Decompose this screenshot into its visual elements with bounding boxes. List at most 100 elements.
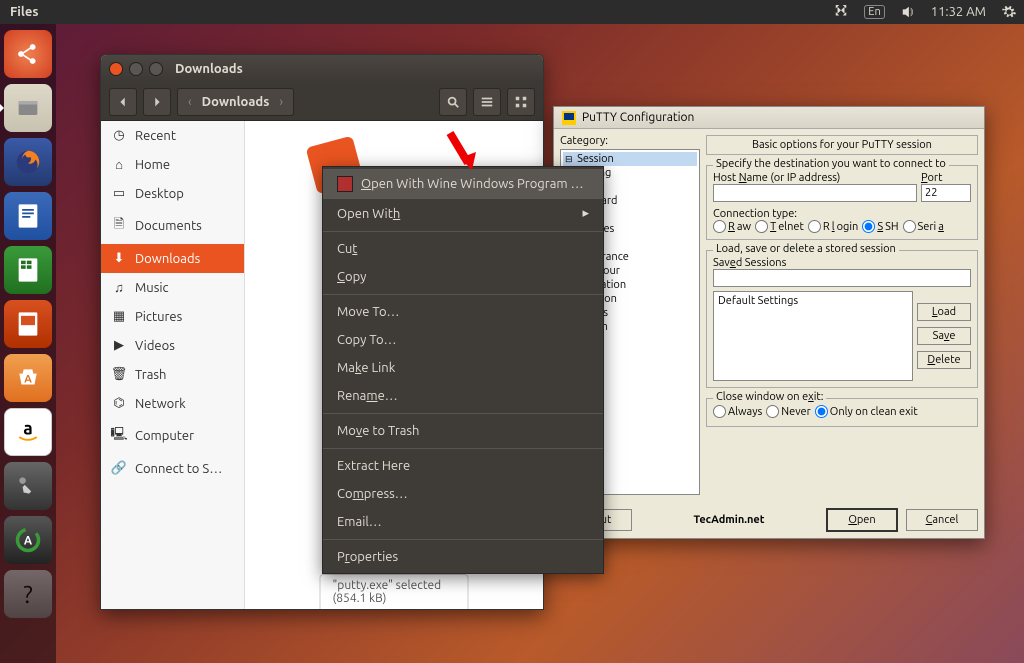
path-segment[interactable]: Downloads	[202, 95, 270, 109]
calc-launcher-icon[interactable]	[4, 246, 52, 294]
menu-open-with-wine[interactable]: Open With Wine Windows Program …	[323, 169, 603, 199]
footer-brand: TecAdmin.net	[640, 514, 818, 526]
sidebar-item-network[interactable]: ⌬Network	[101, 389, 244, 418]
menu-copy[interactable]: Copy	[323, 263, 603, 291]
radio-close-always[interactable]: Always	[713, 405, 762, 418]
chevron-left-icon: ‹	[188, 95, 192, 109]
computer-icon: 🖳	[111, 425, 127, 447]
radio-rlogin[interactable]: Rlogin	[808, 220, 858, 233]
search-button[interactable]	[439, 88, 467, 116]
firefox-launcher-icon[interactable]	[4, 138, 52, 186]
software-launcher-icon[interactable]: A	[4, 354, 52, 402]
menu-email[interactable]: Email…	[323, 508, 603, 536]
unity-launcher: A a A ?	[0, 24, 56, 663]
port-label: Port	[921, 172, 971, 184]
network-indicator[interactable]	[826, 5, 856, 19]
delete-button[interactable]: Delete	[917, 351, 971, 369]
radio-ssh[interactable]: SSH	[862, 220, 898, 233]
path-bar[interactable]: ‹ Downloads ›	[177, 88, 294, 116]
volume-indicator[interactable]	[893, 5, 923, 19]
sidebar-item-recent[interactable]: ◷Recent	[101, 121, 244, 150]
close-window-radios: Always Never Only on clean exit	[713, 405, 971, 418]
sidebar-item-connecttos[interactable]: 🔗Connect to S…	[101, 454, 244, 483]
desktop-icon: ▭	[111, 186, 127, 201]
menu-extract-here[interactable]: Extract Here	[323, 452, 603, 480]
sidebar-item-documents[interactable]: 🗎Documents	[101, 208, 244, 244]
files-launcher-icon[interactable]	[4, 84, 52, 132]
menu-separator	[323, 294, 603, 295]
sidebar-item-music[interactable]: ♫Music	[101, 273, 244, 302]
dash-icon[interactable]	[4, 30, 52, 78]
menu-rename[interactable]: Rename…	[323, 382, 603, 410]
radio-close-only-on-clean-exit[interactable]: Only on clean exit	[815, 405, 918, 418]
writer-launcher-icon[interactable]	[4, 192, 52, 240]
list-view-button[interactable]	[473, 88, 501, 116]
picture-icon: ▦	[111, 309, 127, 324]
help-launcher-icon[interactable]: ?	[4, 570, 52, 618]
amazon-launcher-icon[interactable]: a	[4, 408, 52, 456]
trash-icon: 🗑	[111, 367, 127, 382]
files-statusbar: "putty.exe" selected (854.1 kB)	[320, 574, 469, 609]
sidebar-item-home[interactable]: ⌂Home	[101, 150, 244, 179]
sessions-group: Load, save or delete a stored session Sa…	[706, 250, 978, 388]
window-close-button[interactable]	[109, 62, 123, 76]
menu-move-to[interactable]: Move To…	[323, 298, 603, 326]
forward-button[interactable]	[143, 88, 171, 116]
menu-cut[interactable]: Cut	[323, 235, 603, 263]
host-input[interactable]	[713, 184, 917, 202]
menu-make-link[interactable]: Make Link	[323, 354, 603, 382]
menu-separator	[323, 539, 603, 540]
files-titlebar[interactable]: Downloads	[101, 55, 543, 83]
sidebar-item-pictures[interactable]: ▦Pictures	[101, 302, 244, 331]
sidebar-item-videos[interactable]: ▶Videos	[101, 331, 244, 360]
open-button[interactable]: Open	[826, 508, 898, 532]
menu-open-with[interactable]: Open With▸	[323, 199, 603, 228]
impress-launcher-icon[interactable]	[4, 300, 52, 348]
top-panel: Files En 11:32 AM	[0, 0, 1024, 24]
menu-separator	[323, 231, 603, 232]
sidebar-item-downloads[interactable]: ⬇Downloads	[101, 244, 244, 273]
window-minimize-button[interactable]	[129, 62, 143, 76]
clock-icon: ◷	[111, 128, 127, 143]
network-icon: ⌬	[111, 396, 127, 411]
doc-icon: 🗎	[111, 215, 127, 237]
tree-node[interactable]: Session	[563, 152, 697, 166]
menu-move-to-trash[interactable]: Move to Trash	[323, 417, 603, 445]
wine-icon	[337, 176, 353, 192]
grid-view-button[interactable]	[507, 88, 535, 116]
putty-footer: About TecAdmin.net Open Cancel	[554, 501, 984, 538]
putty-icon	[562, 111, 576, 125]
sessions-list[interactable]: Default Settings	[713, 291, 913, 381]
radio-seria[interactable]: Seria	[903, 220, 944, 233]
radio-close-never[interactable]: Never	[766, 405, 811, 418]
options-banner: Basic options for your PuTTY session	[706, 135, 978, 155]
updater-launcher-icon[interactable]: A	[4, 516, 52, 564]
clock[interactable]: 11:32 AM	[923, 5, 994, 19]
putty-titlebar[interactable]: PuTTY Configuration	[554, 107, 984, 129]
settings-launcher-icon[interactable]	[4, 462, 52, 510]
putty-window: PuTTY Configuration Category: Session og…	[553, 106, 985, 539]
chevron-right-icon: ›	[279, 95, 283, 109]
sidebar-item-computer[interactable]: 🖳Computer	[101, 418, 244, 454]
window-maximize-button[interactable]	[149, 62, 163, 76]
session-default[interactable]: Default Settings	[716, 294, 910, 308]
home-icon: ⌂	[111, 157, 127, 172]
language-indicator[interactable]: En	[856, 5, 892, 19]
menu-properties[interactable]: Properties	[323, 543, 603, 571]
radio-raw[interactable]: Raw	[713, 220, 751, 233]
active-app-name: Files	[0, 5, 48, 19]
cancel-button[interactable]: Cancel	[906, 509, 978, 531]
system-menu[interactable]	[994, 5, 1024, 19]
menu-separator	[323, 448, 603, 449]
save-button[interactable]: Save	[917, 327, 971, 345]
menu-copy-to[interactable]: Copy To…	[323, 326, 603, 354]
sidebar-item-trash[interactable]: 🗑Trash	[101, 360, 244, 389]
svg-text:A: A	[24, 373, 32, 385]
load-button[interactable]: Load	[917, 303, 971, 321]
radio-telnet[interactable]: Telnet	[755, 220, 804, 233]
back-button[interactable]	[109, 88, 137, 116]
session-name-input[interactable]	[713, 269, 971, 287]
menu-compress[interactable]: Compress…	[323, 480, 603, 508]
sidebar-item-desktop[interactable]: ▭Desktop	[101, 179, 244, 208]
port-input[interactable]	[921, 184, 971, 202]
